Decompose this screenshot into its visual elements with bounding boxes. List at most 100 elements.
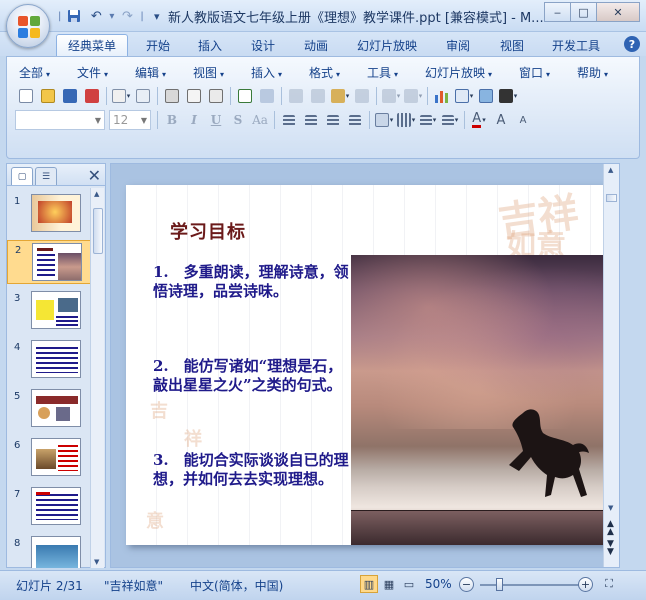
thumbnails-scrollbar[interactable]: ▲ ▼ xyxy=(90,188,104,568)
slide-sorter-view-button[interactable]: ▦ xyxy=(380,575,398,593)
tab-developer[interactable]: 开发工具 xyxy=(546,34,606,56)
tab-insert[interactable]: 插入 xyxy=(190,34,230,56)
menu-format[interactable]: 格式 ▾ xyxy=(309,64,340,81)
menu-help[interactable]: 帮助 ▾ xyxy=(577,64,608,81)
insert-picture-icon[interactable] xyxy=(475,86,497,106)
minimize-button[interactable]: ‒ xyxy=(544,2,571,22)
print-preview-icon[interactable] xyxy=(183,86,205,106)
copy-icon[interactable] xyxy=(307,86,329,106)
menu-tools[interactable]: 工具 ▾ xyxy=(367,64,398,81)
italic-button[interactable]: I xyxy=(183,110,205,130)
align-right-icon[interactable] xyxy=(322,110,344,130)
text-direction-icon[interactable]: ▾ xyxy=(395,110,417,130)
shadow-button[interactable]: S xyxy=(227,110,249,130)
font-size-combobox[interactable]: 12 ▼ xyxy=(109,110,151,130)
tab-slideshow[interactable]: 幻灯片放映 xyxy=(350,34,424,56)
slide-thumbnail-5[interactable]: 5 xyxy=(7,387,91,431)
help-icon[interactable]: ? xyxy=(624,36,640,52)
scrollbar-thumb[interactable] xyxy=(606,194,617,202)
menu-insert[interactable]: 插入 ▾ xyxy=(251,64,282,81)
customize-qat-icon[interactable]: ▾ xyxy=(148,7,166,25)
tab-review[interactable]: 审阅 xyxy=(438,34,478,56)
email-icon[interactable]: ▾ xyxy=(110,86,132,106)
maximize-button[interactable]: □ xyxy=(570,2,597,22)
numbering-icon[interactable]: ▾ xyxy=(439,110,461,130)
scroll-up-icon[interactable]: ▲ xyxy=(94,190,99,198)
menu-file[interactable]: 文件 ▾ xyxy=(77,64,108,81)
menu-slideshow[interactable]: 幻灯片放映 ▾ xyxy=(425,64,492,81)
tab-classic-menu[interactable]: 经典菜单 xyxy=(56,34,128,56)
menu-all[interactable]: 全部 ▾ xyxy=(19,64,50,81)
slides-tab[interactable]: ▢ xyxy=(11,167,33,185)
close-icon[interactable]: ✕ xyxy=(88,166,101,185)
zoom-out-button[interactable]: − xyxy=(459,577,474,592)
scrollbar-thumb[interactable] xyxy=(93,208,103,254)
normal-view-button[interactable]: ▥ xyxy=(360,575,378,593)
current-slide[interactable]: 吉祥 如意 吉 祥 意 学习目标 1. 多重朗读，理解诗意，领悟诗理，品尝诗味。… xyxy=(126,185,607,545)
menu-edit[interactable]: 编辑 ▾ xyxy=(135,64,166,81)
close-button[interactable]: ✕ xyxy=(596,2,640,22)
justify-icon[interactable] xyxy=(344,110,366,130)
zoom-slider-track[interactable] xyxy=(480,584,580,586)
permission-icon[interactable] xyxy=(81,86,103,106)
outline-tab[interactable]: ☰ xyxy=(35,167,57,185)
slide-thumbnail-8[interactable]: 8 xyxy=(7,534,91,568)
paste-icon[interactable]: ▾ xyxy=(329,86,351,106)
menu-window[interactable]: 窗口 ▾ xyxy=(519,64,550,81)
tab-home[interactable]: 开始 xyxy=(138,34,178,56)
theme-name[interactable]: "吉祥如意" xyxy=(104,577,163,594)
print-icon[interactable] xyxy=(161,86,183,106)
slide-thumbnail-4[interactable]: 4 xyxy=(7,338,91,382)
align-center-icon[interactable] xyxy=(300,110,322,130)
shrink-font-icon[interactable]: A xyxy=(512,110,534,130)
slide-thumbnail-1[interactable]: 1 xyxy=(7,192,91,236)
font-name-combobox[interactable]: ▼ xyxy=(15,110,105,130)
tab-view[interactable]: 视图 xyxy=(492,34,532,56)
underline-button[interactable]: U xyxy=(205,110,227,130)
zoom-slider-knob[interactable] xyxy=(496,578,503,591)
columns-icon[interactable]: ▾ xyxy=(373,110,395,130)
save-icon[interactable] xyxy=(65,7,83,25)
undo-icon[interactable]: ↶ xyxy=(87,7,105,25)
align-left-icon[interactable] xyxy=(278,110,300,130)
previous-slide-icon[interactable]: ▲ ▲ xyxy=(607,520,614,537)
font-color-icon[interactable]: A ▾ xyxy=(468,110,490,130)
undo-icon[interactable]: ▾ xyxy=(380,86,402,106)
office-button[interactable] xyxy=(6,4,50,48)
open-icon[interactable] xyxy=(37,86,59,106)
scroll-down-icon[interactable]: ▼ xyxy=(94,558,99,566)
color-grayscale-icon[interactable]: ▾ xyxy=(497,86,519,106)
language-indicator[interactable]: 中文(简体，中国) xyxy=(190,577,283,594)
scroll-up-icon[interactable]: ▲ xyxy=(608,166,613,174)
next-slide-icon[interactable]: ▼ ▼ xyxy=(607,540,614,557)
tab-animations[interactable]: 动画 xyxy=(296,34,336,56)
format-painter-icon[interactable] xyxy=(351,86,373,106)
zoom-level[interactable]: 50% xyxy=(425,577,452,591)
slide-thumbnail-2[interactable]: 2 xyxy=(7,240,91,284)
grow-font-icon[interactable]: A xyxy=(490,110,512,130)
menu-view[interactable]: 视图 ▾ xyxy=(193,64,224,81)
scroll-down-icon[interactable]: ▼ xyxy=(608,504,613,512)
slide-thumbnail-6[interactable]: 6 xyxy=(7,436,91,480)
table-icon[interactable]: ▾ xyxy=(453,86,475,106)
save-icon[interactable] xyxy=(59,86,81,106)
fit-to-window-icon[interactable]: ⛶ xyxy=(600,575,618,593)
slideshow-view-button[interactable]: ▭ xyxy=(400,575,418,593)
cut-icon[interactable] xyxy=(285,86,307,106)
bold-button[interactable]: B xyxy=(161,110,183,130)
research-icon[interactable] xyxy=(256,86,278,106)
bullets-icon[interactable]: ▾ xyxy=(417,110,439,130)
zoom-in-button[interactable]: + xyxy=(578,577,593,592)
tab-design[interactable]: 设计 xyxy=(243,34,283,56)
new-icon[interactable] xyxy=(15,86,37,106)
spelling-icon[interactable] xyxy=(234,86,256,106)
slide-scrollbar[interactable]: ▲ ▼ ▲ ▲ ▼ ▼ xyxy=(603,164,619,567)
chart-icon[interactable] xyxy=(431,86,453,106)
slide-thumbnail-7[interactable]: 7 xyxy=(7,485,91,529)
change-case-button[interactable]: Aa xyxy=(249,110,271,130)
redo-icon[interactable]: ↷ xyxy=(118,7,136,25)
publish-icon[interactable] xyxy=(132,86,154,106)
slide-thumbnail-3[interactable]: 3 xyxy=(7,289,91,333)
redo-icon[interactable]: ▾ xyxy=(402,86,424,106)
page-setup-icon[interactable] xyxy=(205,86,227,106)
